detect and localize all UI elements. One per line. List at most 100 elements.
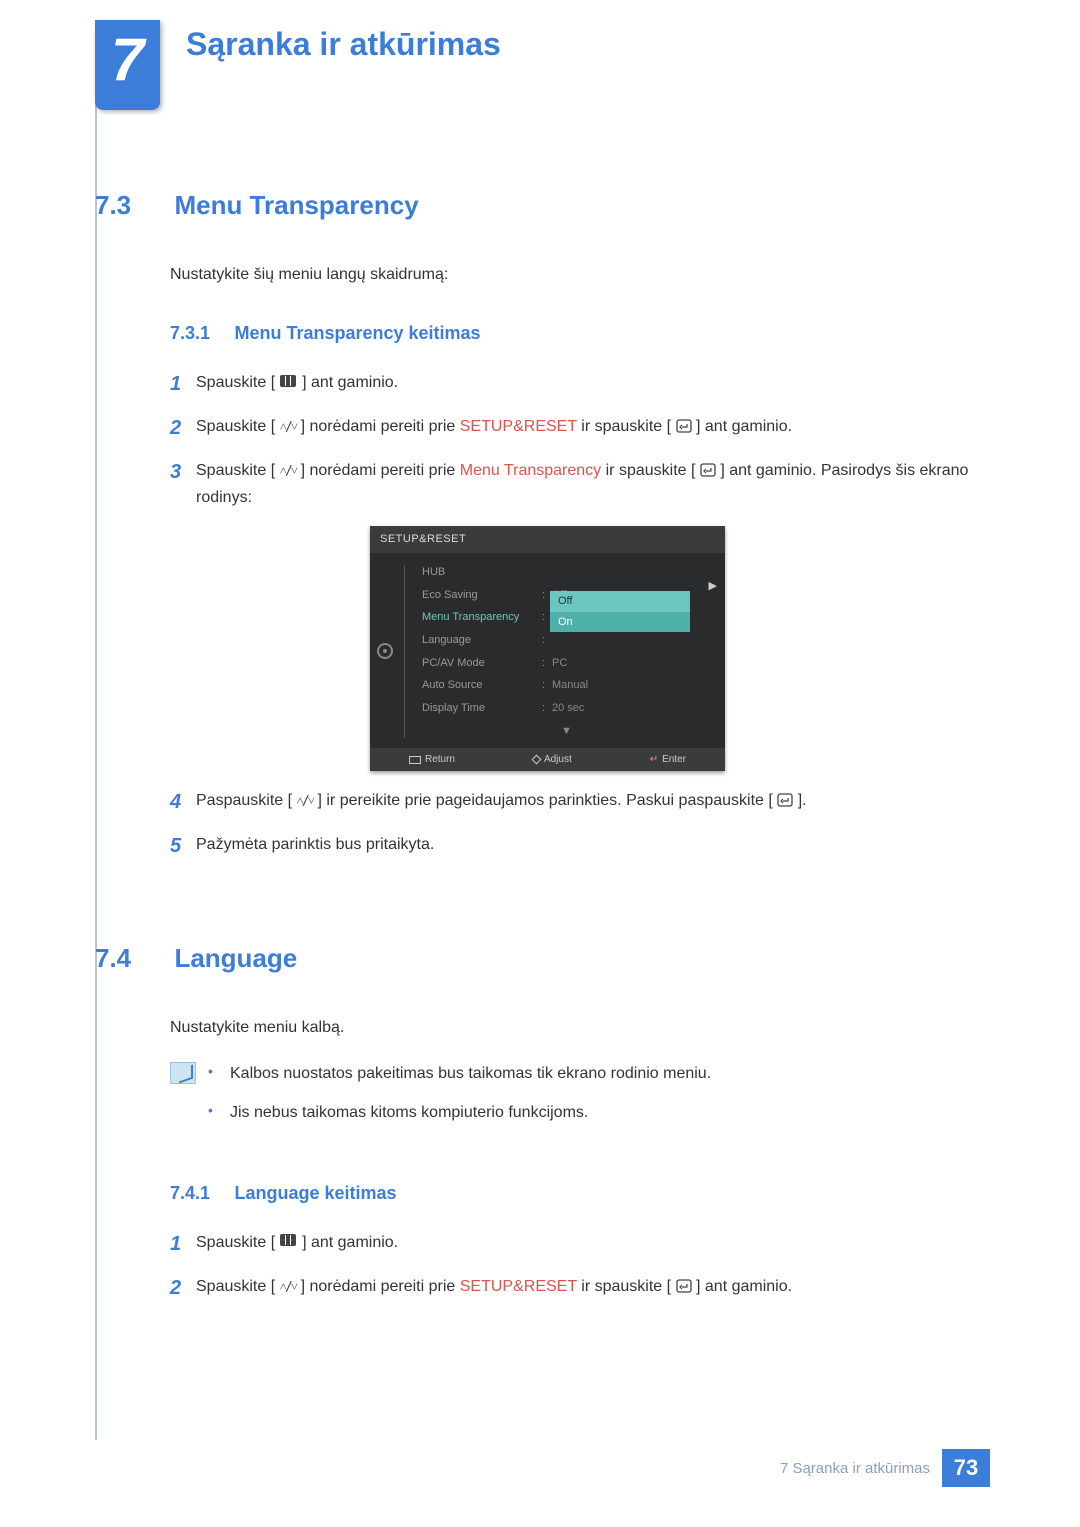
note-item: Jis nebus taikomas kitoms kompiuterio fu… (208, 1099, 711, 1126)
nav-updown-icon: ˄/˅ (280, 420, 297, 435)
step-text: Spauskite [ (196, 462, 275, 479)
osd-option-on: On (550, 612, 690, 633)
osd-adjust-hint: Adjust (533, 751, 572, 768)
osd-row-language: Language: (408, 629, 725, 652)
subsection-number: 7.3.1 (170, 318, 230, 349)
chapter-number-badge: 7 (95, 20, 160, 110)
step-text: ] ant gaminio. (302, 1234, 398, 1251)
menu-icon (409, 756, 421, 764)
osd-label: HUB (422, 563, 542, 582)
page-footer: 7 Sąranka ir atkūrimas 73 (780, 1449, 990, 1487)
step-text: Spauskite [ (196, 374, 275, 391)
step-number: 3 (170, 455, 196, 511)
subsection-number: 7.4.1 (170, 1178, 230, 1209)
step-1: 1 Spauskite [ ] ant gaminio. (170, 1227, 990, 1261)
osd-label: Menu Transparency (422, 608, 542, 627)
enter-icon (676, 1275, 692, 1289)
step-number: 4 (170, 785, 196, 819)
osd-menu-list: ▶ HUB Eco Saving:Off Menu Transparency: (400, 553, 725, 749)
step-text: Pažymėta parinktis bus pritaikyta. (196, 829, 990, 863)
step-text: ]. (798, 792, 807, 809)
gear-icon (377, 643, 393, 659)
menu-icon (280, 375, 298, 389)
osd-label: PC/AV Mode (422, 654, 542, 673)
step-number: 5 (170, 829, 196, 863)
subsection-title: Menu Transparency keitimas (234, 323, 480, 343)
note-icon (170, 1062, 196, 1084)
step-text: Spauskite [ (196, 1278, 275, 1295)
osd-label: Language (422, 631, 542, 650)
osd-label: Eco Saving (422, 586, 542, 605)
step-2: 2 Spauskite [ ˄/˅ ] norėdami pereiti pri… (170, 411, 990, 445)
osd-body: ▶ HUB Eco Saving:Off Menu Transparency: (370, 553, 725, 749)
step-text: ir spauskite [ (581, 418, 671, 435)
osd-screenshot: SETUP&RESET ▶ HUB Eco Saving:Off (370, 526, 725, 771)
section-number: 7.3 (95, 190, 170, 221)
chapter-title: Sąranka ir atkūrimas (186, 26, 501, 63)
step-5: 5 Pažymėta parinktis bus pritaikyta. (170, 829, 990, 863)
step-number: 1 (170, 1227, 196, 1261)
enter-icon: ↵ (650, 751, 658, 768)
nav-updown-icon: ˄/˅ (280, 464, 297, 479)
osd-label: Auto Source (422, 676, 542, 695)
osd-row-autosource: Auto Source:Manual (408, 674, 725, 697)
step-text: ] norėdami pereiti prie (301, 462, 460, 479)
step-text: ] ant gaminio. (696, 1278, 792, 1295)
arrow-down-icon: ▼ (408, 722, 725, 741)
content-area: 7.3 Menu Transparency Nustatykite šių me… (95, 190, 990, 1315)
section-title: Menu Transparency (174, 190, 418, 220)
nav-updown-icon: ˄/˅ (280, 1280, 297, 1295)
osd-row-displaytime: Display Time:20 sec (408, 697, 725, 720)
step-4: 4 Paspauskite [ ˄/˅ ] ir pereikite prie … (170, 785, 990, 819)
nav-updown-icon: ˄/˅ (297, 794, 314, 809)
section-number: 7.4 (95, 943, 170, 974)
page: 7 Sąranka ir atkūrimas 7.3 Menu Transpar… (0, 0, 1080, 1527)
step-number: 1 (170, 367, 196, 401)
subsection-title: Language keitimas (234, 1183, 396, 1203)
step-2: 2 Spauskite [ ˄/˅ ] norėdami pereiti pri… (170, 1271, 990, 1305)
section-7-3: 7.3 Menu Transparency Nustatykite šių me… (95, 190, 990, 863)
step-text: ] norėdami pereiti prie (301, 418, 460, 435)
step-3: 3 Spauskite [ ˄/˅ ] norėdami pereiti pri… (170, 455, 990, 511)
osd-dropdown: Off On (550, 591, 690, 632)
osd-option-off: Off (550, 591, 690, 612)
osd-sidebar (370, 553, 400, 749)
step-text: ir spauskite [ (606, 462, 696, 479)
osd-label: Display Time (422, 699, 542, 718)
note-block: Kalbos nuostatos pakeitimas bus taikomas… (170, 1060, 990, 1138)
subsection-7-3-1-heading: 7.3.1 Menu Transparency keitimas (170, 318, 990, 349)
section-title: Language (174, 943, 297, 973)
enter-icon (700, 459, 716, 473)
step-text: Spauskite [ (196, 1234, 275, 1251)
step-text: ] ant gaminio. (302, 374, 398, 391)
osd-value: 20 sec (552, 699, 584, 718)
enter-icon (676, 415, 692, 429)
osd-guide-line (404, 565, 405, 739)
step-text: ] norėdami pereiti prie (301, 1278, 460, 1295)
adjust-icon (531, 755, 541, 765)
note-list: Kalbos nuostatos pakeitimas bus taikomas… (208, 1060, 711, 1138)
section-intro: Nustatykite meniu kalbą. (170, 1014, 990, 1041)
osd-return-hint: Return (409, 751, 455, 768)
osd-title: SETUP&RESET (370, 526, 725, 553)
osd-row-pcav: PC/AV Mode:PC (408, 652, 725, 675)
osd-value: Manual (552, 676, 588, 695)
highlight-text: SETUP&RESET (460, 1278, 577, 1295)
step-text: ] ant gaminio. (696, 418, 792, 435)
step-text: Spauskite [ (196, 418, 275, 435)
menu-icon (280, 1234, 298, 1248)
step-text: Paspauskite [ (196, 792, 292, 809)
osd-footer: Return Adjust ↵Enter (370, 748, 725, 771)
enter-icon (777, 789, 793, 803)
osd-value: PC (552, 654, 567, 673)
step-number: 2 (170, 1271, 196, 1305)
highlight-text: Menu Transparency (460, 462, 601, 479)
footer-text: 7 Sąranka ir atkūrimas (780, 1460, 930, 1477)
subsection-7-4-1-heading: 7.4.1 Language keitimas (170, 1178, 990, 1209)
step-text: ir spauskite [ (581, 1278, 671, 1295)
step-number: 2 (170, 411, 196, 445)
osd-enter-hint: ↵Enter (650, 751, 686, 768)
step-1: 1 Spauskite [ ] ant gaminio. (170, 367, 990, 401)
osd-row-hub: HUB (408, 561, 725, 584)
page-number: 73 (942, 1449, 990, 1487)
